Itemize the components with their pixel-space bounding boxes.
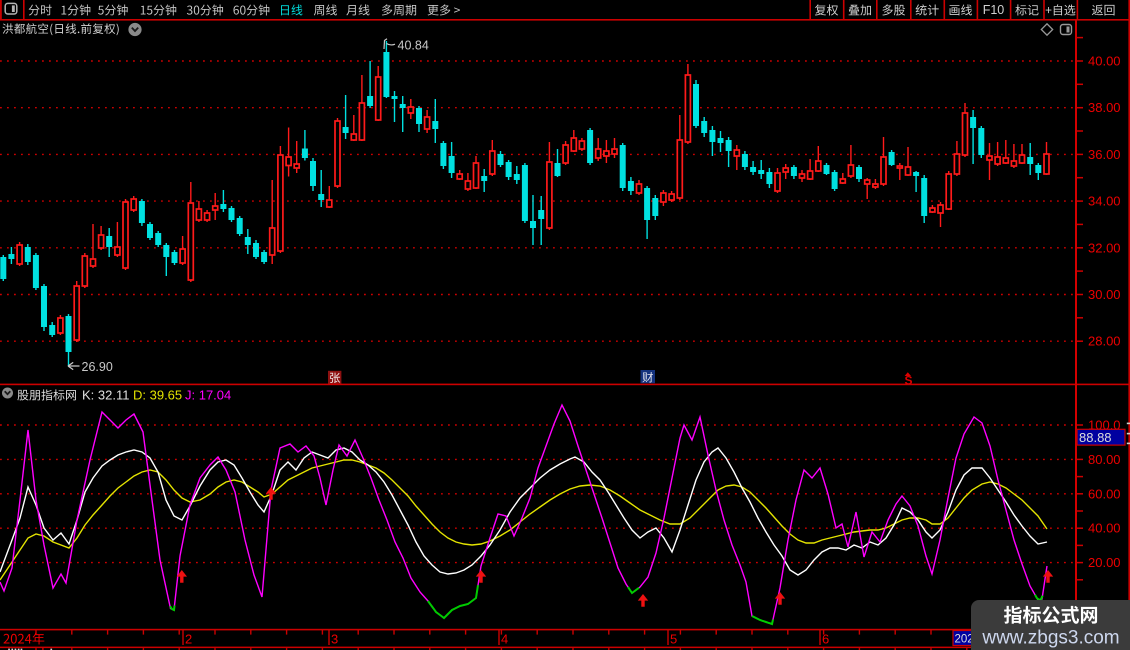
svg-text:3: 3 (331, 632, 338, 647)
svg-text:6: 6 (822, 632, 829, 647)
svg-text:4: 4 (501, 632, 508, 647)
svg-text:60.00: 60.00 (1088, 486, 1121, 501)
svg-text:34.00: 34.00 (1088, 194, 1121, 209)
svg-text:2: 2 (185, 632, 192, 647)
svg-text:www.zbgs3.com: www.zbgs3.com (981, 628, 1119, 649)
svg-text:32.00: 32.00 (1088, 240, 1121, 255)
svg-text:28.00: 28.00 (1088, 334, 1121, 349)
svg-text:D: 39.65: D: 39.65 (133, 388, 182, 403)
svg-text:36.00: 36.00 (1088, 147, 1121, 162)
svg-text:F10: F10 (983, 3, 1005, 17)
svg-text:30.00: 30.00 (1088, 287, 1121, 302)
svg-text:40.00: 40.00 (1088, 54, 1121, 69)
svg-text:88.88: 88.88 (1079, 430, 1112, 445)
svg-text:5: 5 (670, 632, 677, 647)
svg-text:80.00: 80.00 (1088, 452, 1121, 467)
svg-text:26.90: 26.90 (82, 360, 113, 374)
svg-text:40.84: 40.84 (398, 39, 429, 53)
svg-text:40.00: 40.00 (1088, 521, 1121, 536)
svg-text:K: 32.11: K: 32.11 (82, 388, 129, 403)
svg-text:38.00: 38.00 (1088, 100, 1121, 115)
svg-text:J: 17.04: J: 17.04 (185, 388, 231, 403)
svg-text:20.00: 20.00 (1088, 555, 1121, 570)
